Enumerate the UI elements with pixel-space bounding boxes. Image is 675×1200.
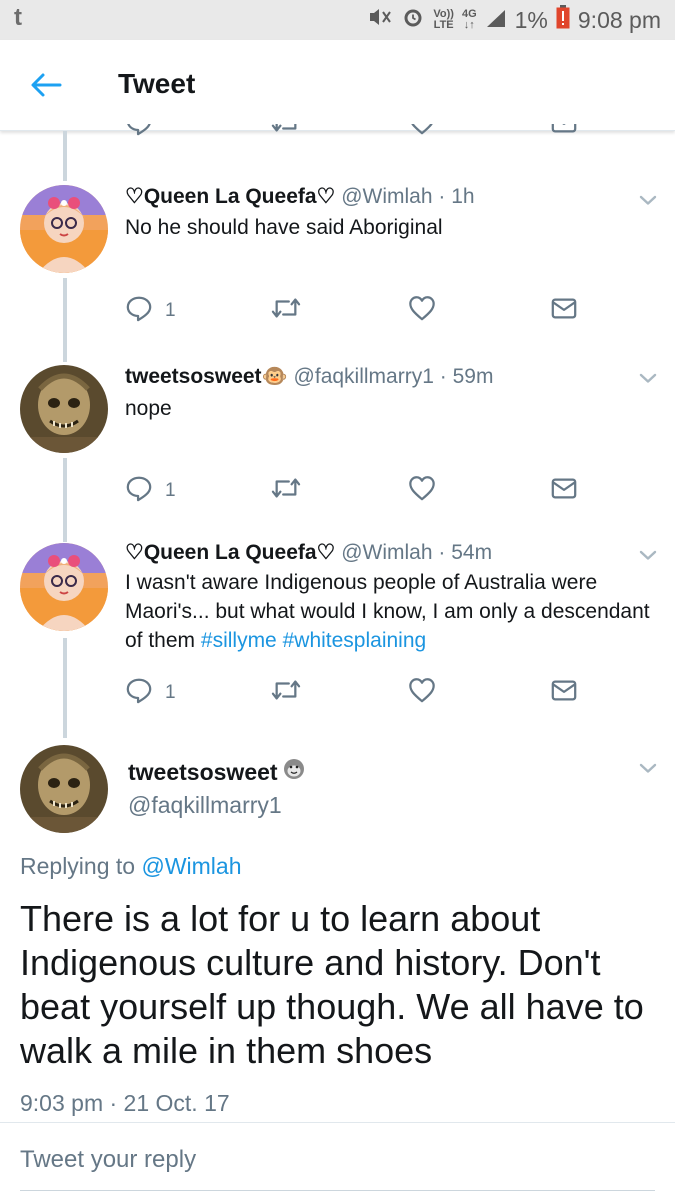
reply-icon[interactable] [125,124,153,136]
author-name[interactable]: tweetsosweet [128,757,306,787]
mute-vibrate-icon [367,6,393,34]
tweet-time: 54m [451,541,493,564]
tweet-text: nope [125,397,172,420]
status-indicators: Vo)) LTE 4G ↓↑ 1% 9:08 pm [367,5,661,35]
battery-percent: 1% [514,6,548,33]
reply-button[interactable]: 1 [125,676,176,710]
tweet-header: tweetsosweet🐵 @faqkillmarry1 · 59m [125,365,494,388]
reply-button[interactable]: 1 [125,294,176,328]
divider [0,1122,675,1123]
avatar[interactable] [20,543,108,631]
reply-count: 1 [165,480,176,501]
tumblr-notification-icon: t [14,4,22,31]
replying-to-link[interactable]: @Wimlah [141,853,241,879]
author-name[interactable]: ♡Queen La Queefa♡ [125,185,335,208]
alarm-icon [401,5,425,35]
action-bar-partial [125,124,585,146]
reply-icon [125,294,153,328]
retweet-icon[interactable] [270,676,302,704]
clock: 9:08 pm [577,6,661,33]
reply-count: 1 [165,300,176,321]
tweet-header: ♡Queen La Queefa♡ @Wimlah · 54m [125,541,493,564]
retweet-icon[interactable] [270,294,302,322]
author-name[interactable]: tweetsosweet🐵 [125,365,288,388]
tweet-header: ♡Queen La Queefa♡ @Wimlah · 1h [125,185,475,208]
thread-line [63,458,67,542]
heart-icon[interactable] [408,124,436,136]
retweet-icon[interactable] [270,474,302,502]
action-bar: 1 [125,676,585,706]
reply-count: 1 [165,682,176,703]
reply-input-underline [20,1190,655,1191]
reply-icon [125,676,153,710]
author-handle[interactable]: @Wimlah [341,185,432,208]
tweet-text: No he should have said Aboriginal [125,216,443,239]
avatar[interactable] [20,365,108,453]
signal-strength-icon [485,7,507,34]
reply-icon [125,474,153,508]
volte-indicator: Vo)) LTE [433,8,454,31]
arrow-left-icon[interactable] [30,72,62,103]
battery-low-icon [556,5,570,35]
heart-icon[interactable] [408,294,436,322]
tweet-timestamp: 9:03 pm · 21 Oct. 17 [20,1090,230,1116]
author-handle[interactable]: @faqkillmarry1 [128,792,282,819]
thread-line [63,131,67,181]
tweet-text: There is a lot for u to learn about Indi… [20,898,644,1071]
reply-button[interactable]: 1 [125,474,176,508]
envelope-icon[interactable] [550,676,578,704]
avatar[interactable] [20,745,108,833]
author-handle[interactable]: @Wimlah [341,541,432,564]
status-bar: t Vo)) LTE 4G ↓↑ 1% 9:08 pm [0,0,675,40]
author-name[interactable]: ♡Queen La Queefa♡ [125,541,335,564]
chevron-down-icon[interactable] [636,756,660,785]
hashtag-link[interactable]: #whitesplaining [283,629,427,652]
heart-icon[interactable] [408,474,436,502]
reply-input[interactable]: Tweet your reply [20,1146,196,1174]
network-type-indicator: 4G ↓↑ [461,8,477,31]
heart-icon[interactable] [408,676,436,704]
app-bar: Tweet [0,40,675,131]
thread-line [63,278,67,362]
monkey-emoji-icon [282,757,306,787]
tweet-time: 1h [451,185,475,208]
action-bar: 1 [125,474,585,504]
author-handle[interactable]: @faqkillmarry1 [294,365,434,388]
hashtag-link[interactable]: #sillyme [201,629,277,652]
page-title: Tweet [118,68,196,99]
envelope-icon[interactable] [550,124,578,136]
envelope-icon[interactable] [550,474,578,502]
chevron-down-icon[interactable] [636,366,660,395]
retweet-icon[interactable] [270,124,302,136]
action-bar: 1 [125,294,585,324]
tweet-text: I wasn't aware Indigenous people of Aust… [125,571,650,652]
envelope-icon[interactable] [550,294,578,322]
tweet-time: 59m [452,365,494,388]
thread-line [63,638,67,738]
replying-to: Replying to @Wimlah [20,853,242,879]
avatar[interactable] [20,185,108,273]
